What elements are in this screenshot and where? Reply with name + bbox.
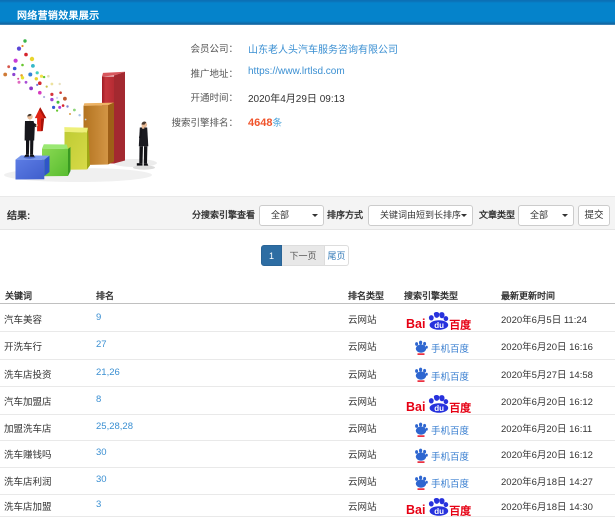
svg-text:百度: 百度 xyxy=(449,503,472,517)
svg-text:du: du xyxy=(434,321,444,330)
svg-text:百度: 百度 xyxy=(449,318,472,332)
svg-text:Bai: Bai xyxy=(406,503,425,517)
svg-text:Bai: Bai xyxy=(406,317,425,331)
svg-text:Bai: Bai xyxy=(406,400,425,414)
svg-text:百度: 百度 xyxy=(449,400,472,414)
svg-text:du: du xyxy=(434,404,444,413)
svg-text:du: du xyxy=(434,507,444,516)
